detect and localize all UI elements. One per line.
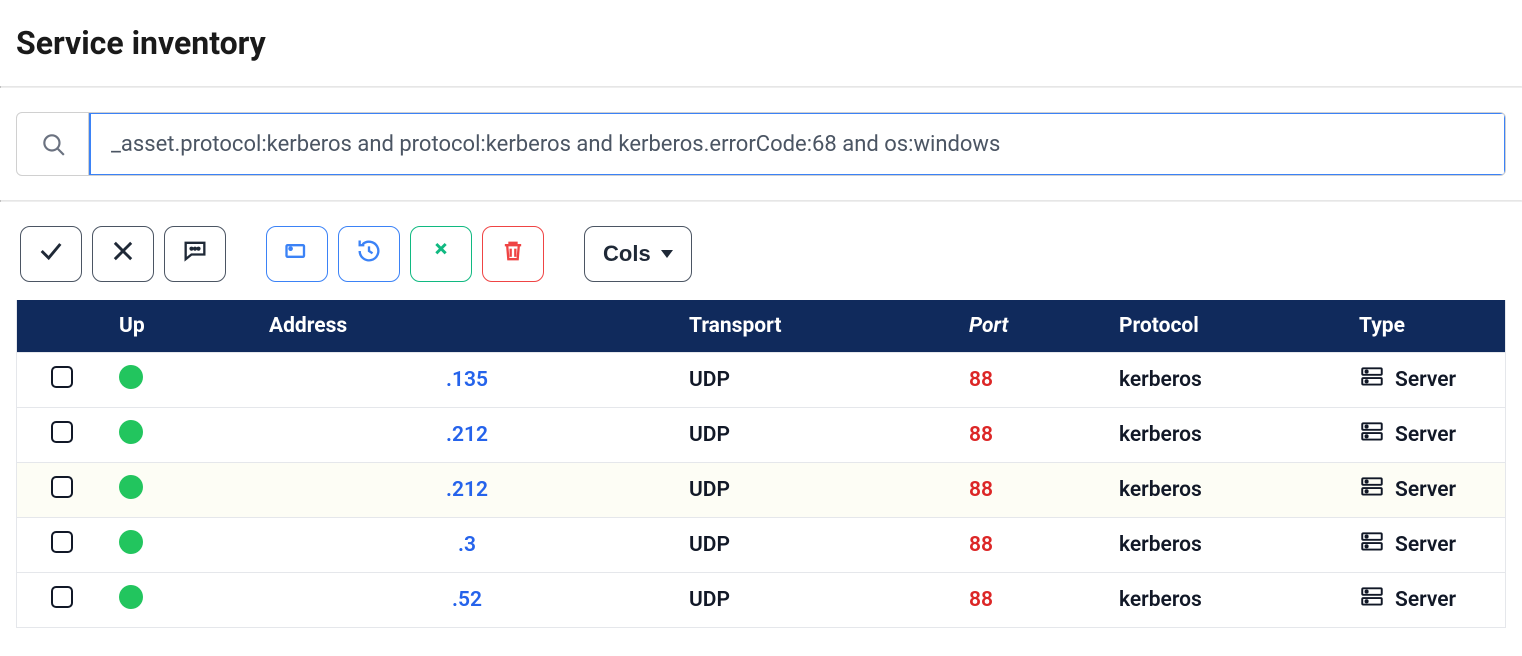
cell-type: Server [1347,353,1505,408]
table-row[interactable]: .135UDP88kerberosServer [17,353,1505,408]
cell-port: 88 [957,353,1107,408]
cell-protocol: kerberos [1107,408,1347,463]
status-up-icon [119,475,143,499]
table-row[interactable]: .52UDP88kerberosServer [17,573,1505,628]
merge-button[interactable] [410,226,472,282]
server-icon [1359,529,1385,561]
cell-type: Server [1347,463,1505,518]
row-checkbox[interactable] [51,586,73,608]
delete-button[interactable] [482,226,544,282]
server-icon [1359,364,1385,396]
col-protocol[interactable]: Protocol [1107,300,1347,353]
divider [0,200,1522,202]
table-header-row: Up Address Transport Port Protocol Type [17,300,1505,353]
col-transport[interactable]: Transport [677,300,957,353]
status-up-icon [119,420,143,444]
service-table: Up Address Transport Port Protocol Type … [16,300,1506,628]
row-checkbox[interactable] [51,421,73,443]
merge-icon [427,237,455,271]
columns-button[interactable]: Cols [584,226,692,282]
col-type[interactable]: Type [1347,300,1505,353]
cell-address[interactable]: .135 [257,353,677,408]
server-icon [1359,584,1385,616]
search-icon [17,113,89,175]
trash-icon [499,237,527,271]
status-up-icon [119,365,143,389]
table-row[interactable]: .212UDP88kerberosServer [17,463,1505,518]
toolbar: Cols [0,226,1522,300]
cell-type: Server [1347,573,1505,628]
cell-transport: UDP [677,518,957,573]
col-port[interactable]: Port [957,300,1107,353]
cell-transport: UDP [677,408,957,463]
page-title: Service inventory [16,24,1522,62]
cell-address[interactable]: .212 [257,463,677,518]
reject-button[interactable] [92,226,154,282]
search-bar [16,112,1506,176]
rescan-button[interactable] [266,226,328,282]
columns-label: Cols [603,241,651,267]
cell-type: Server [1347,408,1505,463]
comment-button[interactable] [164,226,226,282]
history-button[interactable] [338,226,400,282]
cell-port: 88 [957,518,1107,573]
cell-protocol: kerberos [1107,463,1347,518]
cell-transport: UDP [677,573,957,628]
cell-address[interactable]: .3 [257,518,677,573]
server-icon [1359,419,1385,451]
cell-protocol: kerberos [1107,573,1347,628]
col-address[interactable]: Address [257,300,677,353]
row-checkbox[interactable] [51,476,73,498]
approve-button[interactable] [20,226,82,282]
cell-transport: UDP [677,463,957,518]
row-checkbox[interactable] [51,531,73,553]
server-icon [1359,474,1385,506]
table-row[interactable]: .212UDP88kerberosServer [17,408,1505,463]
cell-protocol: kerberos [1107,353,1347,408]
search-input[interactable] [89,112,1506,176]
cell-port: 88 [957,573,1107,628]
cell-type: Server [1347,518,1505,573]
chevron-down-icon [661,250,673,258]
check-icon [37,237,65,271]
cell-address[interactable]: .212 [257,408,677,463]
cell-address[interactable]: .52 [257,573,677,628]
history-icon [355,237,383,271]
x-icon [109,237,137,271]
comment-icon [181,237,209,271]
status-up-icon [119,530,143,554]
table-row[interactable]: .3UDP88kerberosServer [17,518,1505,573]
col-up[interactable]: Up [107,300,257,353]
cell-transport: UDP [677,353,957,408]
row-checkbox[interactable] [51,366,73,388]
cell-protocol: kerberos [1107,518,1347,573]
cell-port: 88 [957,463,1107,518]
cell-port: 88 [957,408,1107,463]
status-up-icon [119,585,143,609]
col-select [17,300,107,353]
rectangle-icon [283,237,311,271]
